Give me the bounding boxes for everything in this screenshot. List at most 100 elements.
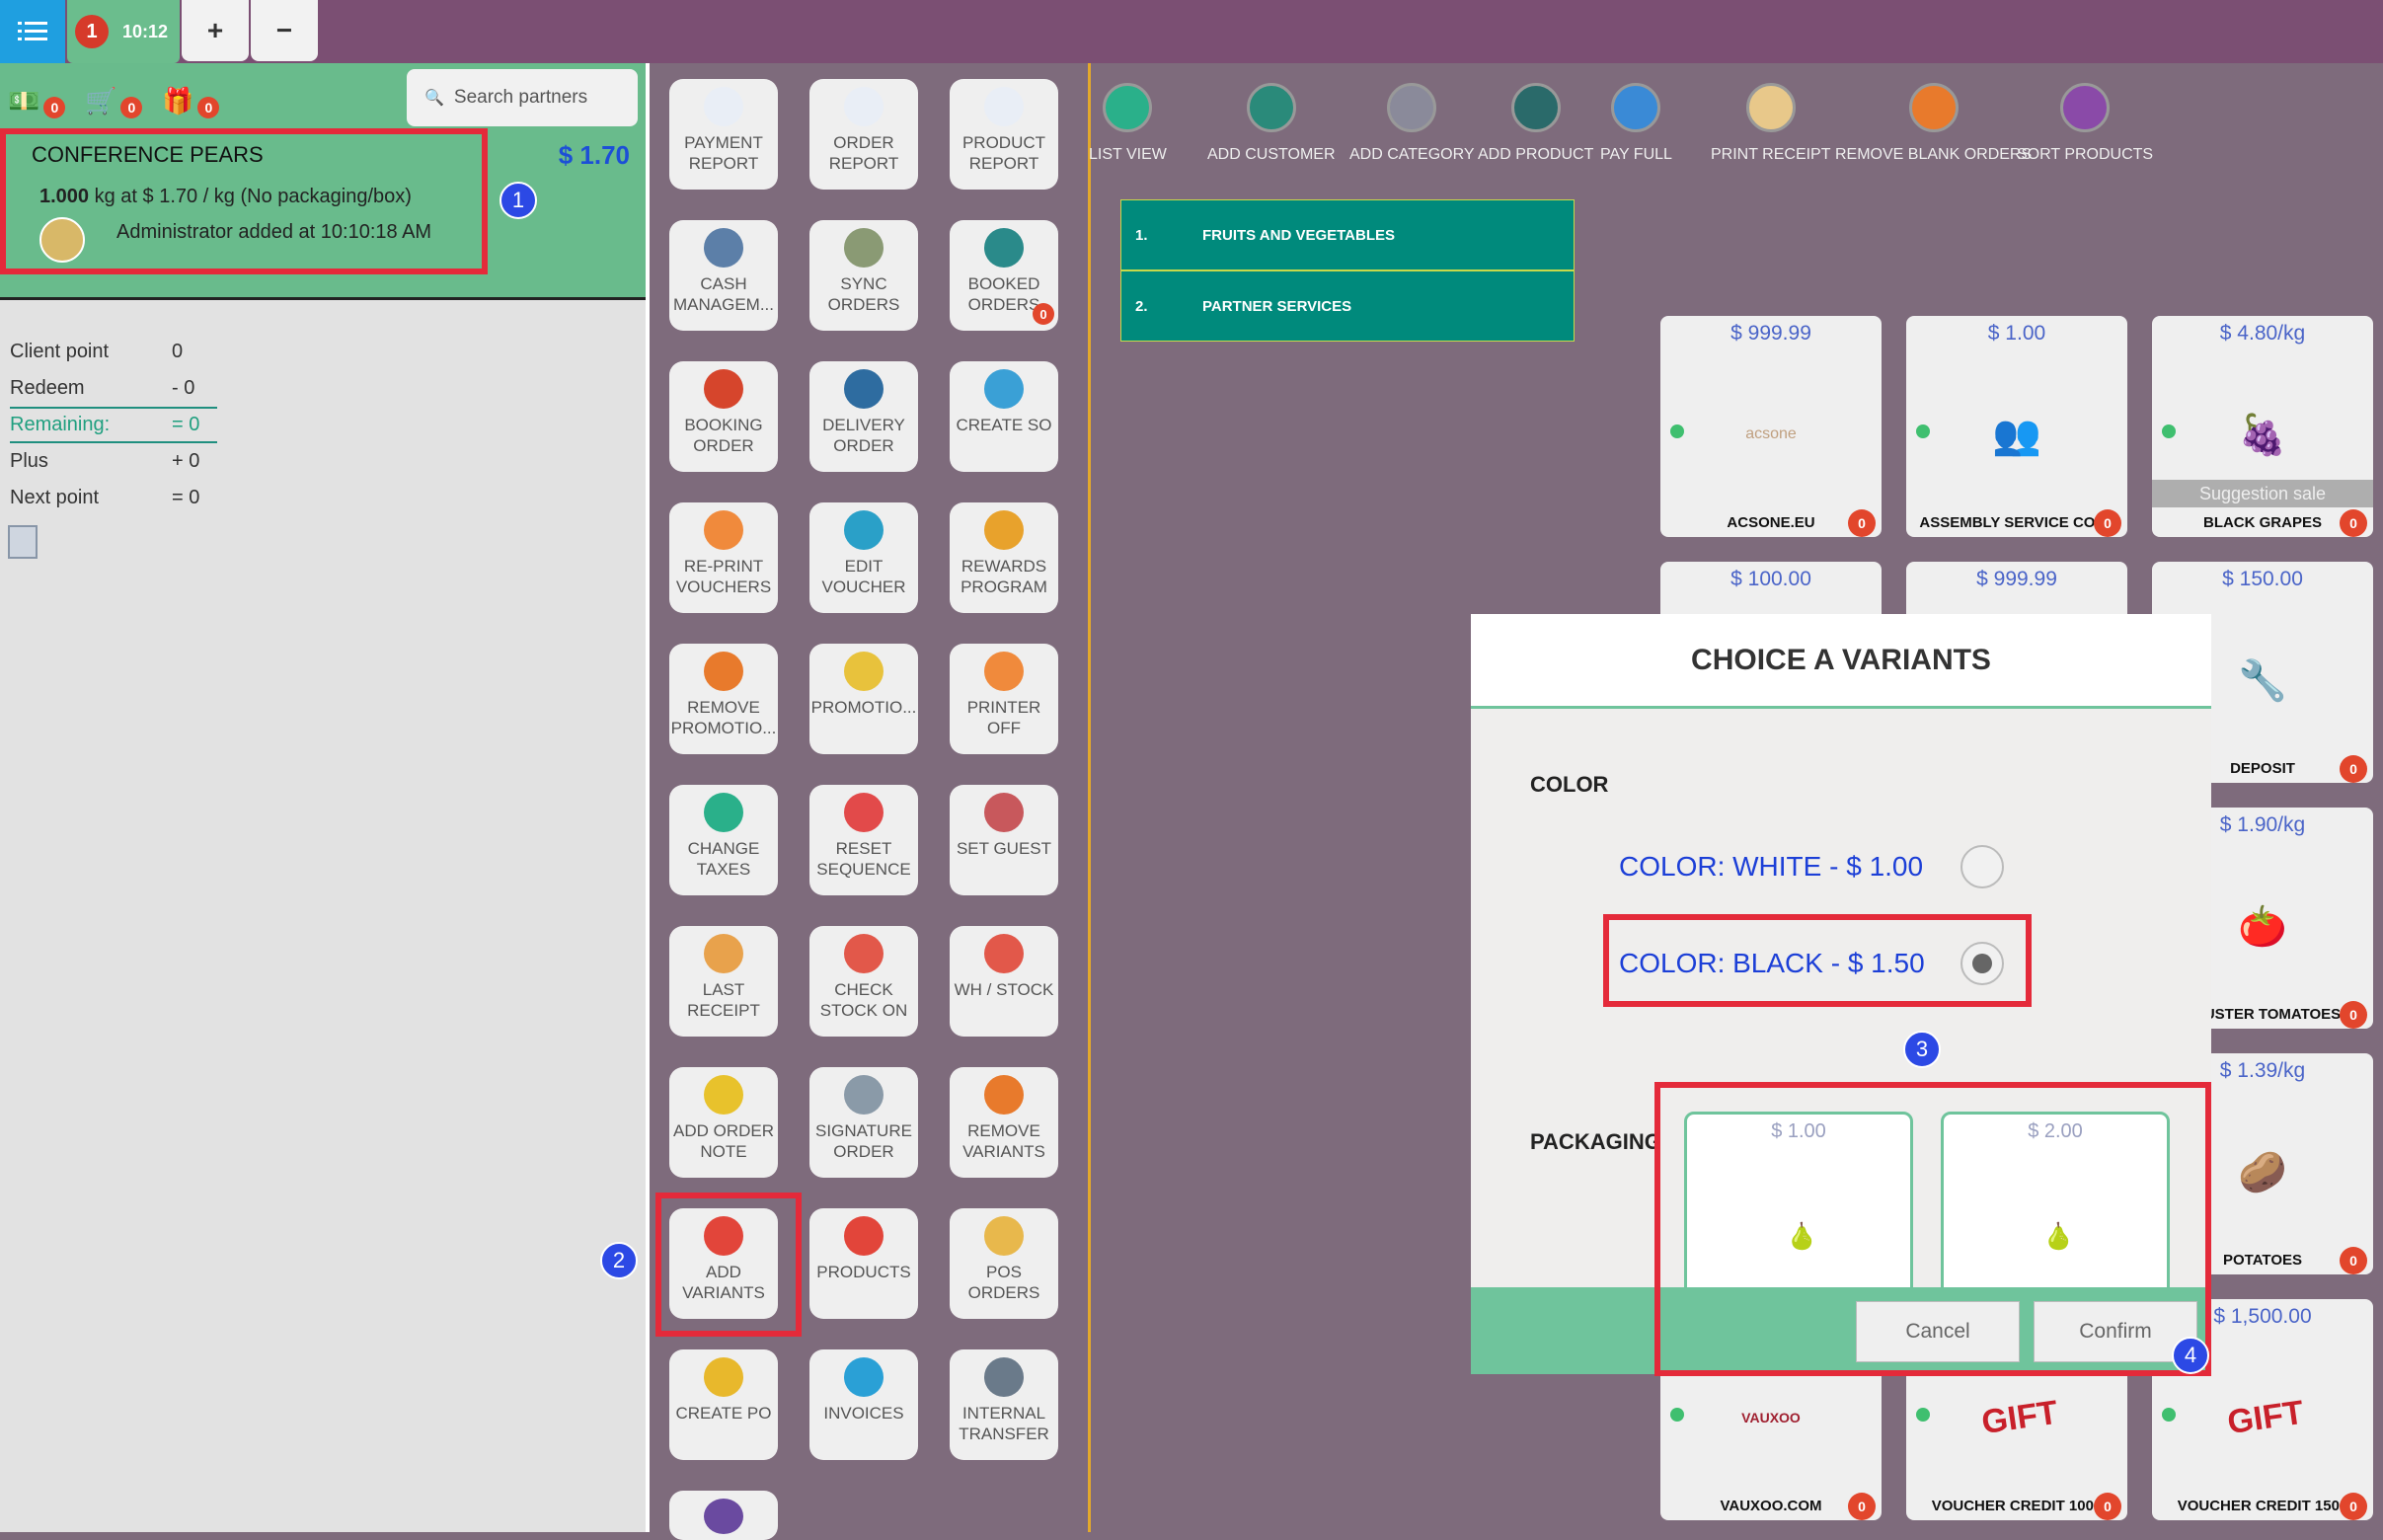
product-image: acsone xyxy=(1745,425,1797,442)
toolbar-label: SORT PRODUCTS xyxy=(2017,146,2154,163)
function-button-last-receipt[interactable]: LAST RECEIPT xyxy=(669,926,778,1037)
function-button-booked-orders[interactable]: BOOKED ORDERS 0 xyxy=(950,220,1058,331)
booked-count-badge: 0 xyxy=(1033,303,1054,325)
cash-counter[interactable]: 💵 0 xyxy=(8,83,66,118)
function-button-label: EDIT VOUCHER xyxy=(821,557,906,596)
client-point-row: Client point 0 xyxy=(10,341,184,362)
function-button-signature-order[interactable]: SIGNATURE ORDER xyxy=(809,1067,918,1178)
product-count-badge: 0 xyxy=(2094,509,2121,537)
signature-icon xyxy=(844,1075,884,1115)
product-card-acsone-eu[interactable]: $ 999.99 acsone ACSONE.EU 0 xyxy=(1660,316,1882,537)
function-button-delivery-order[interactable]: DELIVERY ORDER xyxy=(809,361,918,472)
variant-radio-white[interactable] xyxy=(1960,845,2004,888)
cart-counter[interactable]: 🛒 0 xyxy=(85,83,143,118)
function-button-label: PRODUCTS xyxy=(816,1263,911,1281)
product-count-badge: 0 xyxy=(1848,1493,1876,1520)
basket-icon xyxy=(704,1357,743,1397)
toolbar-remove-blank-orders-button[interactable]: REMOVE BLANK ORDERS xyxy=(1835,83,2032,164)
function-button-change-taxes[interactable]: CHANGE TAXES xyxy=(669,785,778,895)
color-attribute-label: COLOR xyxy=(1530,772,1609,797)
invoices-icon xyxy=(844,1357,884,1397)
function-button-printer-off[interactable]: PRINTER OFF xyxy=(950,644,1058,754)
function-button-booking-order[interactable]: BOOKING ORDER xyxy=(669,361,778,472)
function-button-internal-transfer[interactable]: INTERNAL TRANSFER xyxy=(950,1349,1058,1460)
order-time: 10:12 xyxy=(122,21,169,41)
packaging-attribute-label: PACKAGING xyxy=(1530,1129,1661,1154)
loyalty-points: Client point 0 Redeem - 0 Remaining: = 0 Pl… xyxy=(10,334,217,516)
product-count-badge: 0 xyxy=(2340,1001,2367,1029)
function-button-edit-voucher[interactable]: EDIT VOUCHER xyxy=(809,502,918,613)
function-button-re-print-vouchers[interactable]: RE-PRINT VOUCHERS xyxy=(669,502,778,613)
function-button-invoices[interactable]: INVOICES xyxy=(809,1349,918,1460)
add-order-button[interactable]: + xyxy=(182,0,249,61)
function-button-reset-sequence[interactable]: RESET SEQUENCE xyxy=(809,785,918,895)
product-price: $ 999.99 xyxy=(1730,322,1811,345)
function-button-label: ADD ORDER NOTE xyxy=(673,1121,775,1161)
truck-icon xyxy=(984,1357,1024,1397)
variant-radio-black[interactable] xyxy=(1960,942,2004,985)
toolbar-print-receipt-button[interactable]: PRINT RECEIPT xyxy=(1711,83,1831,164)
function-button-remove-variants[interactable]: REMOVE VARIANTS xyxy=(950,1067,1058,1178)
order-line-added-by: Administrator added at 10:10:18 AM xyxy=(116,221,432,243)
dialog-title: CHOICE A VARIANTS xyxy=(1471,614,2211,709)
pear-icon: 🍐 xyxy=(1786,1221,1818,1251)
toolbar-label: ADD CUSTOMER xyxy=(1207,146,1336,163)
function-button-products[interactable]: PRODUCTS xyxy=(809,1208,918,1319)
function-button-remove-promotio[interactable]: REMOVE PROMOTIO... xyxy=(669,644,778,754)
toolbar-list-view-button[interactable]: LIST VIEW xyxy=(1089,83,1167,164)
gift-counter[interactable]: 🎁 0 xyxy=(162,83,220,118)
function-button-label: WH / STOCK xyxy=(954,980,1054,999)
pay-full-icon xyxy=(1611,83,1661,132)
toolbar-add-customer-button[interactable]: ADD CUSTOMER xyxy=(1207,83,1336,164)
function-button-label: PRINTER OFF xyxy=(966,698,1041,737)
function-button-label: SYNC ORDERS xyxy=(827,274,900,314)
search-icon: 🔍 xyxy=(424,90,444,107)
function-button-label: PAYMENT REPORT xyxy=(684,133,763,173)
receipt-icon xyxy=(704,934,743,973)
order-line-product: CONFERENCE PEARS xyxy=(32,142,264,167)
add-product-icon xyxy=(1510,83,1561,132)
product-image: 👥 xyxy=(1992,413,2041,457)
toolbar-sort-products-button[interactable]: SORT PRODUCTS xyxy=(2017,83,2153,164)
avatar xyxy=(39,217,85,263)
booked-icon xyxy=(984,228,1024,268)
category-partner-services[interactable]: 2. PARTNER SERVICES xyxy=(1120,270,1575,342)
order-tab[interactable]: 1 10:12 xyxy=(67,0,180,63)
function-button-pos-orders[interactable]: POS ORDERS xyxy=(950,1208,1058,1319)
function-button-cash-managem[interactable]: CASH MANAGEM... xyxy=(669,220,778,331)
function-button-add-variants[interactable]: ADD VARIANTS xyxy=(669,1208,778,1319)
product-card-assembly-service-cost[interactable]: $ 1.00 👥 ASSEMBLY SERVICE COST 0 xyxy=(1906,316,2127,537)
cancel-button[interactable]: Cancel xyxy=(1856,1301,2020,1362)
receipt-icon[interactable] xyxy=(8,525,38,559)
function-button-sync-orders[interactable]: SYNC ORDERS xyxy=(809,220,918,331)
toolbar-add-product-button[interactable]: ADD PRODUCT xyxy=(1478,83,1593,164)
function-button-rewards-program[interactable]: REWARDS PROGRAM xyxy=(950,502,1058,613)
function-button-label: POS ORDERS xyxy=(967,1263,1040,1302)
product-image: 🥔 xyxy=(2238,1150,2287,1194)
category-fruits-and-vegetables[interactable]: 1. FRUITS AND VEGETABLES xyxy=(1120,199,1575,270)
function-button-sort[interactable] xyxy=(669,1491,778,1540)
search-partners-input[interactable]: 🔍 Search partners xyxy=(407,69,638,126)
product-price: $ 999.99 xyxy=(1976,568,2057,590)
variant-option-white[interactable]: COLOR: WHITE - $ 1.00 xyxy=(1619,851,1923,883)
remove-order-button[interactable]: − xyxy=(251,0,318,61)
menu-button[interactable] xyxy=(0,0,65,63)
function-button-add-order-note[interactable]: ADD ORDER NOTE xyxy=(669,1067,778,1178)
function-button-label: DELIVERY ORDER xyxy=(822,416,905,455)
function-button-wh-stock[interactable]: WH / STOCK xyxy=(950,926,1058,1037)
function-button-product-report[interactable]: PRODUCT REPORT xyxy=(950,79,1058,190)
function-button-set-guest[interactable]: SET GUEST xyxy=(950,785,1058,895)
toolbar-add-category-button[interactable]: ADD CATEGORY xyxy=(1349,83,1475,164)
function-button-check-stock-on[interactable]: CHECK STOCK ON xyxy=(809,926,918,1037)
remove-blank-icon xyxy=(1908,83,1959,132)
packaging-option[interactable]: $ 1.00 🍐 xyxy=(1684,1112,1913,1299)
function-button-create-so[interactable]: CREATE SO xyxy=(950,361,1058,472)
packaging-option[interactable]: $ 2.00 🍐 xyxy=(1941,1112,2170,1299)
toolbar-pay-full-button[interactable]: PAY FULL xyxy=(1600,83,1672,164)
function-button-promotio[interactable]: PROMOTIO... xyxy=(809,644,918,754)
variant-option-black[interactable]: COLOR: BLACK - $ 1.50 xyxy=(1619,948,1925,979)
function-button-create-po[interactable]: CREATE PO xyxy=(669,1349,778,1460)
function-button-order-report[interactable]: ORDER REPORT xyxy=(809,79,918,190)
product-card-black-grapes[interactable]: $ 4.80/kg 🍇 Suggestion sale BLACK GRAPES 0 xyxy=(2152,316,2373,537)
function-button-payment-report[interactable]: PAYMENT REPORT xyxy=(669,79,778,190)
